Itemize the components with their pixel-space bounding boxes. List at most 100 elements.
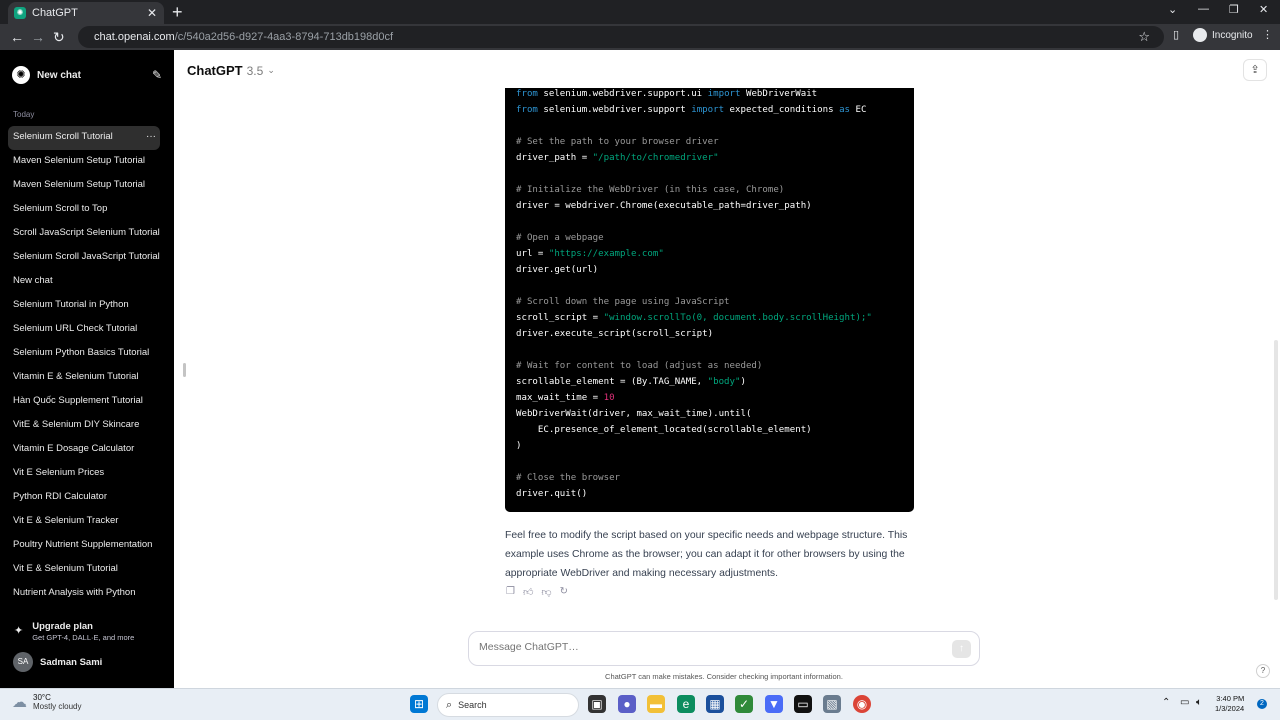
spreadsheet-app-icon[interactable]: ✓ (735, 695, 753, 713)
sidebar-history-item[interactable]: VitE & Selenium DIY Skincare (8, 414, 160, 438)
thumbs-down-icon[interactable]: 👎︎ (541, 586, 551, 598)
file-explorer-icon[interactable]: ▬ (647, 695, 665, 713)
code-token: WebDriverWait(driver, max_wait_time).unt… (516, 409, 752, 419)
page-scrollbar[interactable] (1274, 340, 1278, 600)
sidebar-history-item[interactable]: New chat (8, 270, 160, 294)
sidebar-history-item[interactable]: Maven Selenium Setup Tutorial (8, 150, 160, 174)
bookmark-star-icon[interactable]: ☆ (1138, 29, 1150, 45)
edge-browser-icon[interactable]: e (677, 695, 695, 713)
browser-tab[interactable]: ✺ ChatGPT ✕ (8, 2, 164, 24)
code-token: # Set the path to your browser driver (516, 137, 719, 147)
side-panel-icon[interactable]: ▯ (1173, 28, 1179, 41)
sidebar-history-item[interactable]: Vitamin E & Selenium Tutorial (8, 366, 160, 390)
copy-icon[interactable]: ❐ (506, 586, 515, 598)
history-item-label: Selenium Tutorial in Python (13, 299, 129, 310)
regenerate-icon[interactable]: ↻ (560, 586, 568, 598)
address-bar[interactable]: chat.openai.com/c/540a2d56-d927-4aa3-879… (78, 26, 1164, 48)
chrome-icon[interactable]: ◉ (853, 695, 871, 713)
disclaimer-text: ChatGPT can make mistakes. Consider chec… (605, 672, 843, 681)
network-icon[interactable]: ▭ (1180, 697, 1189, 708)
reload-icon[interactable]: ↻ (53, 28, 65, 46)
close-window-icon[interactable]: ✕ (1259, 3, 1268, 16)
thumbs-up-icon[interactable]: 👍︎ (523, 586, 533, 598)
sidebar-history-item[interactable]: Python RDI Calculator (8, 486, 160, 510)
task-view-icon[interactable]: ▣ (588, 695, 606, 713)
upgrade-plan-button[interactable]: ✦ Upgrade plan Get GPT-4, DALL·E, and mo… (14, 621, 134, 642)
sidebar-history-item[interactable]: Hàn Quốc Supplement Tutorial (8, 390, 160, 414)
url-path: /c/540a2d56-d927-4aa3-8794-713db198d0cf (174, 31, 394, 43)
tray-chevron-up-icon[interactable]: ⌃ (1162, 697, 1170, 708)
terminal-icon[interactable]: ▭ (794, 695, 812, 713)
sidebar-history-item[interactable]: Vit E & Selenium Tracker (8, 510, 160, 534)
sidebar-history-item[interactable]: Selenium Scroll Tutorial ··· (8, 126, 160, 150)
menu-kebab-icon[interactable]: ⋮ (1262, 28, 1273, 41)
share-button[interactable]: ⇪ (1243, 59, 1267, 81)
code-token: # Wait for content to load (adjust as ne… (516, 361, 763, 371)
edit-icon[interactable]: ✎ (152, 68, 162, 82)
history-item-label: Maven Selenium Setup Tutorial (13, 179, 146, 190)
sidebar-history-item[interactable]: Scroll JavaScript Selenium Tutorial (8, 222, 160, 246)
message-input[interactable] (479, 641, 939, 653)
new-chat-button[interactable]: ✺ New chat ✎ (12, 64, 162, 86)
vpn-app-icon[interactable]: ▼ (765, 695, 783, 713)
code-token: "body" (707, 377, 741, 387)
back-icon[interactable]: ← (10, 28, 24, 46)
sidebar-history-item[interactable]: Selenium Python Basics Tutorial (8, 342, 160, 366)
forward-icon[interactable]: → (31, 28, 45, 46)
tab-close-icon[interactable]: ✕ (146, 6, 158, 20)
sidebar: ✺ New chat ✎ Today Selenium Scroll Tutor… (0, 50, 174, 688)
store-icon[interactable]: ▦ (706, 695, 724, 713)
history-item-label: Scroll JavaScript Selenium Tutorial (13, 227, 160, 238)
chat-app-icon[interactable]: ● (618, 695, 636, 713)
sidebar-history-item[interactable]: Vit E & Selenium Tutorial (8, 558, 160, 582)
code-line: # Set the path to your browser driver (516, 134, 903, 150)
volume-icon[interactable]: 🔈︎ (1196, 697, 1202, 708)
code-token: selenium.webdriver.support.ui (537, 89, 708, 99)
avatar: SA (13, 652, 33, 672)
start-windows-icon[interactable]: ⊞ (410, 695, 428, 713)
message-actions: ❐ 👍︎ 👎︎ ↻ (506, 586, 568, 598)
more-options-icon[interactable]: ··· (146, 126, 156, 148)
code-token: scroll_script = (516, 313, 604, 323)
restore-icon[interactable]: ❐ (1229, 3, 1239, 16)
send-button[interactable]: ↑ (952, 640, 971, 658)
sidebar-history-item[interactable]: Maven Selenium Setup Tutorial (8, 174, 160, 198)
help-button[interactable]: ? (1256, 664, 1270, 678)
new-tab-button[interactable]: + (172, 2, 183, 22)
code-token: # Close the browser (516, 473, 621, 483)
code-token: driver.quit() (516, 489, 588, 499)
weather-widget[interactable]: ☁ 30°C Mostly cloudy (12, 693, 81, 711)
taskbar-search[interactable]: ⌕ Search (437, 693, 579, 717)
sidebar-history-item[interactable]: Selenium URL Check Tutorial (8, 318, 160, 342)
code-token: ) (516, 441, 522, 451)
sidebar-history-item[interactable]: Selenium Scroll to Top (8, 198, 160, 222)
sidebar-history-item[interactable]: Poultry Nutrient Supplementation (8, 534, 160, 558)
sidebar-history-item[interactable]: Selenium Tutorial in Python (8, 294, 160, 318)
history-item-label: Vitamin E Dosage Calculator (13, 443, 135, 454)
code-token: from (516, 105, 538, 115)
notification-badge[interactable]: 2 (1257, 699, 1267, 709)
sidebar-history-item[interactable]: Nutrient Analysis with Python (8, 582, 160, 606)
clock-time: 3:40 PM (1216, 694, 1245, 703)
sidebar-toggle-handle[interactable] (183, 363, 186, 377)
user-profile[interactable]: SA Sadman Sami (13, 652, 102, 672)
image-app-icon[interactable]: ▧ (823, 695, 841, 713)
sidebar-history-item[interactable]: Vitamin E Dosage Calculator (8, 438, 160, 462)
sidebar-history-item[interactable]: Vit E Selenium Prices (8, 462, 160, 486)
code-token: # Scroll down the page using JavaScript (516, 297, 730, 307)
tab-title: ChatGPT (32, 7, 78, 19)
incognito-badge[interactable]: Incognito (1193, 28, 1253, 42)
tab-search-icon[interactable]: ⌄ (1168, 3, 1177, 16)
code-token: driver.get(url) (516, 265, 599, 275)
code-line: scrollable_element = (By.TAG_NAME, "body… (516, 374, 903, 390)
history-item-label: Selenium Python Basics Tutorial (13, 347, 150, 358)
minimize-icon[interactable]: — (1198, 3, 1209, 15)
code-token: import (707, 89, 741, 99)
browser-toolbar: ← → ↻ chat.openai.com/c/540a2d56-d927-4a… (0, 24, 1280, 50)
model-selector[interactable]: ChatGPT 3.5 ⌄ (187, 63, 275, 78)
code-token: # Open a webpage (516, 233, 604, 243)
sidebar-history-item[interactable]: Selenium Scroll JavaScript Tutorial (8, 246, 160, 270)
system-clock[interactable]: 3:40 PM 1/3/2024 (1215, 694, 1244, 714)
